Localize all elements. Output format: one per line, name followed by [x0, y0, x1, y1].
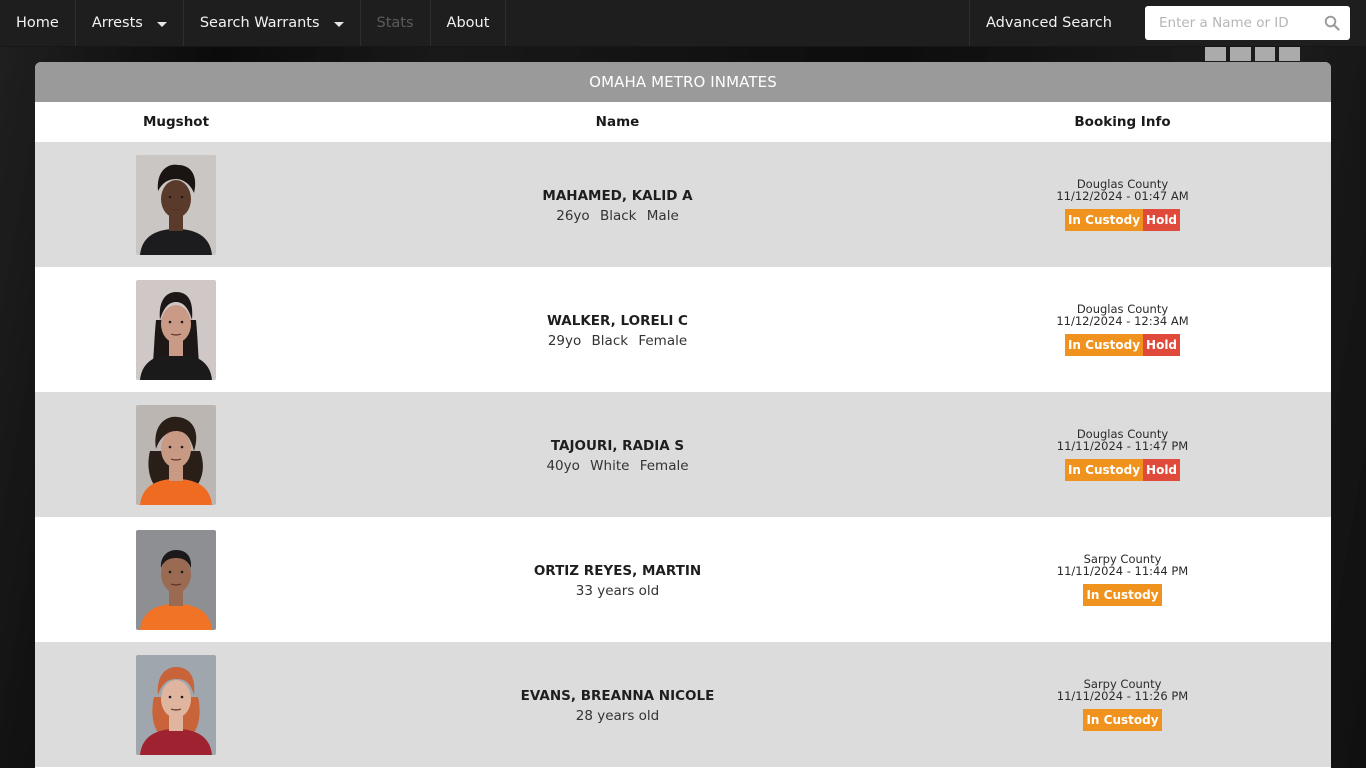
inmate-details: 26yo Black Male: [556, 207, 679, 224]
search-box: [1145, 6, 1350, 40]
nav-home[interactable]: Home: [0, 0, 76, 46]
inmate-details: 40yo White Female: [546, 457, 689, 474]
hold-badge: Hold: [1143, 334, 1181, 356]
inmate-details: 29yo Black Female: [547, 332, 688, 349]
nav-arrests-label: Arrests: [91, 15, 143, 31]
mugshot-cell: [35, 279, 317, 380]
nav-search-warrants-dropdown[interactable]: Search Warrants: [184, 0, 361, 46]
status-badges: In Custody: [1083, 584, 1162, 606]
inmate-name[interactable]: MAHAMED, KALID A: [317, 188, 918, 204]
nav-stats-label: Stats: [376, 15, 414, 31]
advanced-search-link[interactable]: Advanced Search: [970, 0, 1128, 46]
in-custody-badge: In Custody: [1064, 209, 1144, 231]
background-window-decoration: [1205, 47, 1300, 61]
inmate-row[interactable]: EVANS, BREANNA NICOLE 28 years old Sarpy…: [35, 642, 1331, 767]
name-cell: EVANS, BREANNA NICOLE 28 years old: [317, 686, 918, 724]
status-badges: In Custody Hold: [1064, 459, 1181, 481]
in-custody-badge: In Custody: [1083, 584, 1162, 606]
in-custody-badge: In Custody: [1064, 334, 1144, 356]
inmate-name[interactable]: WALKER, LORELI C: [317, 313, 918, 329]
inmate-details: 33 years old: [575, 582, 660, 599]
nav-home-label: Home: [16, 15, 59, 31]
inmate-row[interactable]: TAJOURI, RADIA S 40yo White Female Dougl…: [35, 392, 1331, 517]
booking-datetime: 11/11/2024 - 11:47 PM: [1056, 439, 1189, 453]
nav-about-label: About: [446, 15, 490, 31]
booking-datetime: 11/12/2024 - 12:34 AM: [1056, 314, 1189, 328]
booking-info-cell: Sarpy County 11/11/2024 - 11:44 PM In Cu…: [918, 553, 1331, 606]
search-input[interactable]: [1145, 6, 1350, 40]
booking-info-cell: Douglas County 11/12/2024 - 12:34 AM In …: [918, 303, 1331, 356]
caret-down-icon: [333, 21, 344, 27]
mugshot-cell: [35, 404, 317, 505]
mugshot-cell: [35, 529, 317, 630]
booking-datetime: 11/12/2024 - 01:47 AM: [1056, 189, 1189, 203]
nav-arrests-dropdown[interactable]: Arrests: [76, 0, 184, 46]
in-custody-badge: In Custody: [1064, 459, 1144, 481]
hold-badge: Hold: [1143, 209, 1181, 231]
booking-datetime: 11/11/2024 - 11:44 PM: [1056, 564, 1189, 578]
nav-right-group: Advanced Search: [968, 0, 1366, 46]
caret-down-icon: [156, 21, 167, 27]
search-icon[interactable]: [1324, 15, 1340, 31]
status-badges: In Custody: [1083, 709, 1162, 731]
inmate-details: 28 years old: [575, 707, 660, 724]
table-header: Mugshot Name Booking Info: [35, 102, 1331, 142]
inmate-row[interactable]: MAHAMED, KALID A 26yo Black Male Douglas…: [35, 142, 1331, 267]
inmate-list: MAHAMED, KALID A 26yo Black Male Douglas…: [35, 142, 1331, 767]
nav-about[interactable]: About: [431, 0, 507, 46]
status-badges: In Custody Hold: [1064, 209, 1181, 231]
booking-info-cell: Douglas County 11/11/2024 - 11:47 PM In …: [918, 428, 1331, 481]
nav-stats: Stats: [361, 0, 431, 46]
booking-info-cell: Sarpy County 11/11/2024 - 11:26 PM In Cu…: [918, 678, 1331, 731]
inmate-name[interactable]: ORTIZ REYES, MARTIN: [317, 563, 918, 579]
name-cell: WALKER, LORELI C 29yo Black Female: [317, 311, 918, 349]
inmate-name[interactable]: EVANS, BREANNA NICOLE: [317, 688, 918, 704]
in-custody-badge: In Custody: [1083, 709, 1162, 731]
hold-badge: Hold: [1143, 459, 1181, 481]
mugshot-cell: [35, 154, 317, 255]
booking-info-cell: Douglas County 11/12/2024 - 01:47 AM In …: [918, 178, 1331, 231]
mugshot-image[interactable]: [136, 404, 216, 505]
status-badges: In Custody Hold: [1064, 334, 1181, 356]
inmate-name[interactable]: TAJOURI, RADIA S: [317, 438, 918, 454]
column-header-name: Name: [595, 114, 640, 130]
top-navbar: Home Arrests Search Warrants Stats About…: [0, 0, 1366, 47]
nav-search-warrants-label: Search Warrants: [199, 15, 320, 31]
mugshot-image[interactable]: [136, 279, 216, 380]
column-header-mugshot: Mugshot: [142, 114, 210, 130]
mugshot-image[interactable]: [136, 154, 216, 255]
mugshot-cell: [35, 654, 317, 755]
name-cell: MAHAMED, KALID A 26yo Black Male: [317, 186, 918, 224]
inmate-row[interactable]: ORTIZ REYES, MARTIN 33 years old Sarpy C…: [35, 517, 1331, 642]
mugshot-image[interactable]: [136, 654, 216, 755]
mugshot-image[interactable]: [136, 529, 216, 630]
name-cell: TAJOURI, RADIA S 40yo White Female: [317, 436, 918, 474]
panel-title: OMAHA METRO INMATES: [35, 62, 1331, 102]
booking-datetime: 11/11/2024 - 11:26 PM: [1056, 689, 1189, 703]
name-cell: ORTIZ REYES, MARTIN 33 years old: [317, 561, 918, 599]
inmate-row[interactable]: WALKER, LORELI C 29yo Black Female Dougl…: [35, 267, 1331, 392]
inmates-panel: OMAHA METRO INMATES Mugshot Name Booking…: [35, 62, 1331, 768]
column-header-booking-info: Booking Info: [1074, 114, 1171, 130]
